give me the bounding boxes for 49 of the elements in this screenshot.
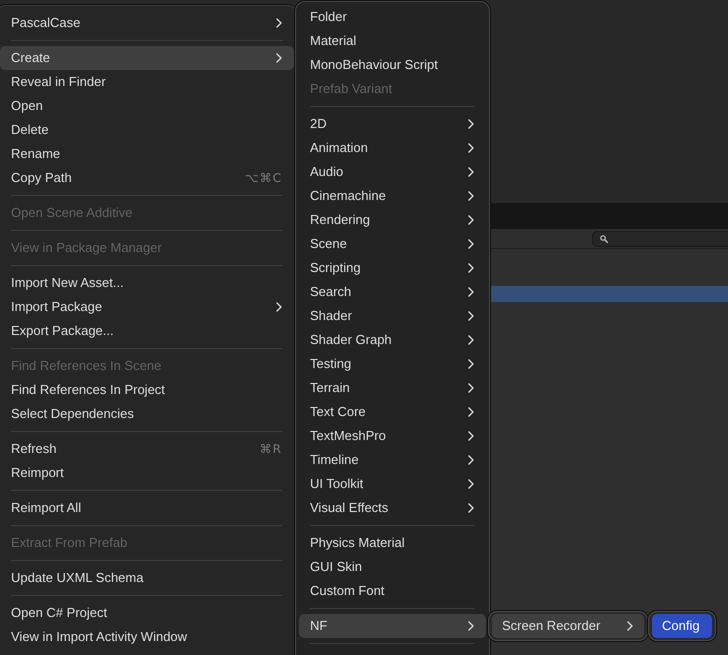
menu-item[interactable]: Audio bbox=[299, 160, 486, 184]
menu-item[interactable]: Import Package bbox=[0, 295, 294, 319]
menu-item[interactable]: Text Core bbox=[299, 400, 486, 424]
menu-item[interactable]: Select Dependencies bbox=[0, 402, 294, 426]
menu-item[interactable]: Terrain bbox=[299, 376, 486, 400]
menu-item[interactable]: Screen Recorder bbox=[492, 614, 644, 638]
menu-item[interactable]: 2D bbox=[299, 112, 486, 136]
menu-item[interactable]: Cinemachine bbox=[299, 184, 486, 208]
menu-item[interactable]: Scripting bbox=[299, 256, 486, 280]
search-field[interactable] bbox=[592, 230, 728, 246]
menu-item[interactable]: Shader Graph bbox=[299, 328, 486, 352]
menu-item[interactable]: Rendering bbox=[299, 208, 486, 232]
menu-item[interactable]: Material bbox=[299, 29, 486, 53]
shortcut-label: ⌥⌘C bbox=[244, 170, 282, 187]
menu-item[interactable]: Open bbox=[0, 94, 294, 118]
menu-item[interactable]: Delete bbox=[0, 118, 294, 142]
menu-item[interactable]: Custom Font bbox=[299, 579, 486, 603]
menu-item[interactable]: Physics Material bbox=[299, 531, 486, 555]
menu-item[interactable]: MonoBehaviour Script bbox=[299, 53, 486, 77]
menu-item[interactable]: Import New Asset... bbox=[0, 271, 294, 295]
menu-item[interactable]: GUI Skin bbox=[299, 555, 486, 579]
menu-item[interactable]: Rename bbox=[0, 142, 294, 166]
search-icon bbox=[600, 234, 608, 242]
menu-item[interactable]: Search bbox=[299, 280, 486, 304]
selected-list-row[interactable] bbox=[490, 286, 728, 302]
menu-item[interactable]: Shader bbox=[299, 304, 486, 328]
menu-item[interactable]: Testing bbox=[299, 352, 486, 376]
menu-item[interactable]: Refresh ⌘R bbox=[0, 437, 294, 461]
menu-item[interactable]: Copy Path ⌥⌘C bbox=[0, 166, 294, 190]
menu-item[interactable]: Export Package... bbox=[0, 319, 294, 343]
menu-item[interactable]: Open C# Project bbox=[0, 601, 294, 625]
menu-item[interactable]: Folder bbox=[299, 5, 486, 29]
menu-item[interactable]: Find References In Project bbox=[0, 378, 294, 402]
menu-item[interactable]: Config bbox=[652, 614, 712, 638]
menu-item[interactable]: Animation bbox=[299, 136, 486, 160]
menu-item[interactable]: View in Import Activity Window bbox=[0, 625, 294, 649]
menu-item[interactable]: NF bbox=[299, 614, 486, 638]
menu-item[interactable]: Reimport bbox=[0, 461, 294, 485]
menu-item[interactable]: PascalCase bbox=[0, 11, 294, 35]
menu-item[interactable]: Timeline bbox=[299, 448, 486, 472]
menu-item[interactable]: Scene bbox=[299, 232, 486, 256]
menu-item[interactable]: Visual Effects bbox=[299, 496, 486, 520]
menu-item[interactable]: Update UXML Schema bbox=[0, 566, 294, 590]
menu-item[interactable]: Create bbox=[0, 46, 294, 70]
menu-item[interactable]: Reveal in Finder bbox=[0, 70, 294, 94]
menu-item[interactable]: TextMeshPro bbox=[299, 424, 486, 448]
shortcut-label: ⌘R bbox=[260, 441, 282, 458]
menu-item[interactable]: Reimport All bbox=[0, 496, 294, 520]
menu-item[interactable]: UI Toolkit bbox=[299, 472, 486, 496]
